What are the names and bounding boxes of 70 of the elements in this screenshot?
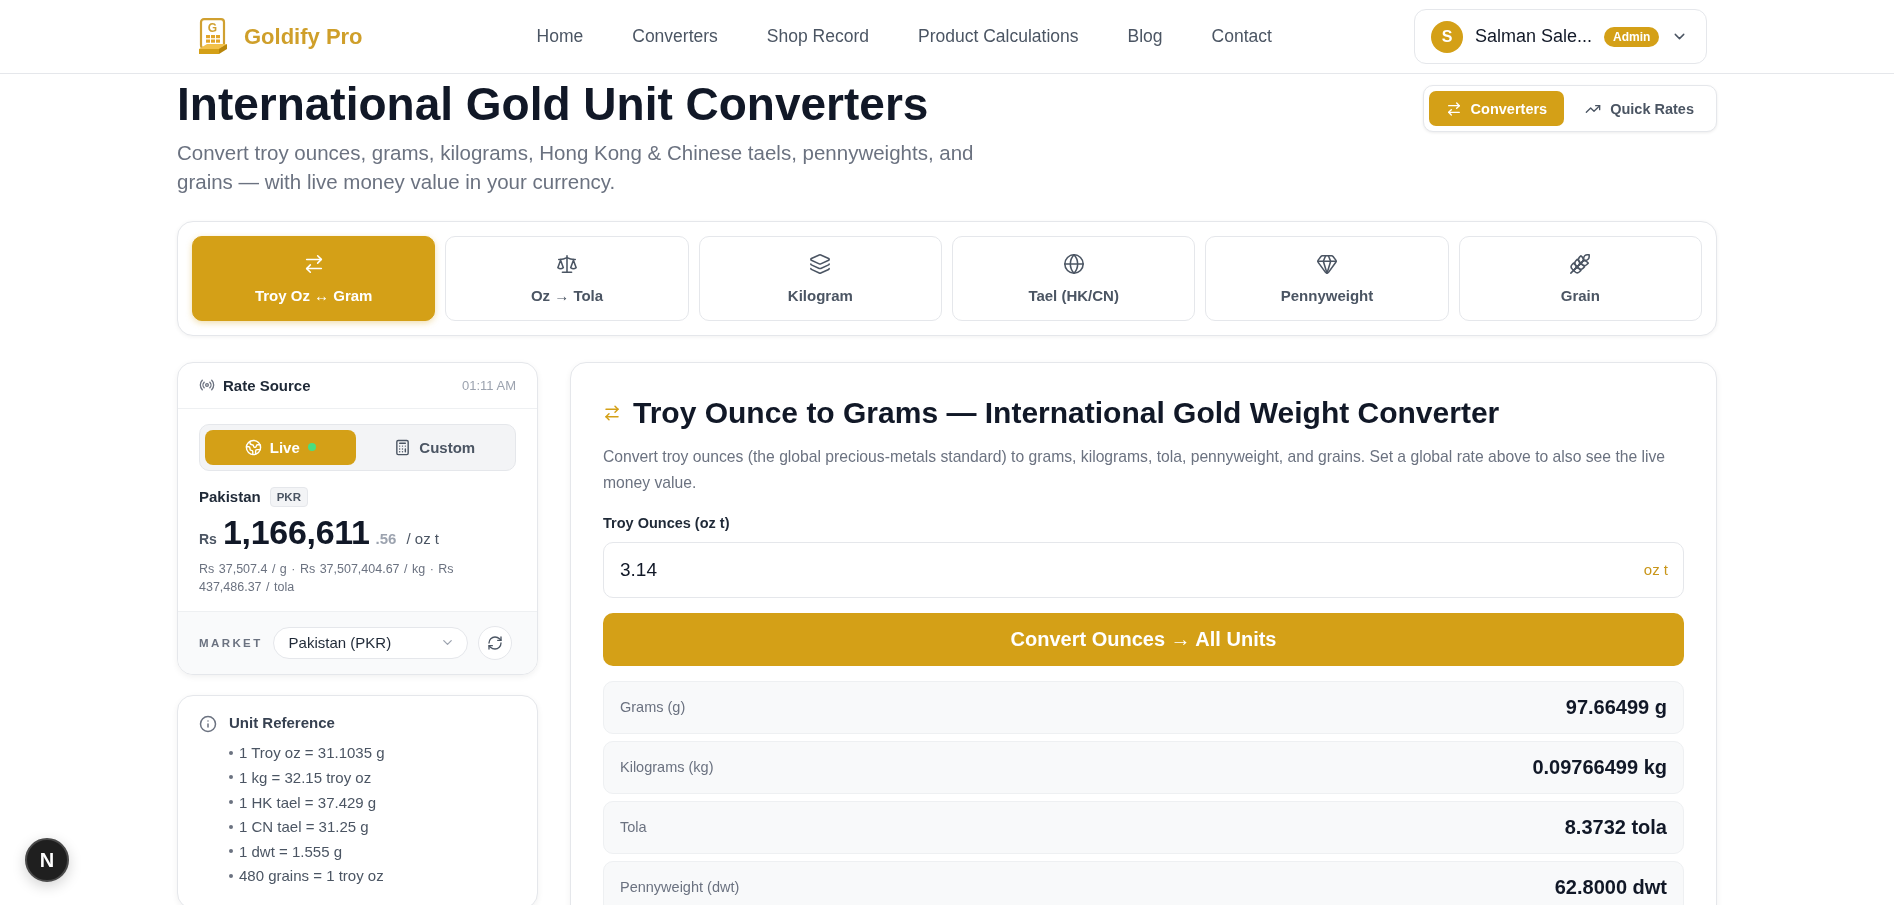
layers-icon <box>809 252 832 275</box>
converter-tab[interactable]: Oz → Tola <box>445 235 689 321</box>
bullet-icon <box>229 775 233 780</box>
page-title: International Gold Unit Converters <box>177 79 930 130</box>
market-select[interactable]: Pakistan (PKR) <box>272 626 468 659</box>
scale-icon <box>556 252 578 275</box>
price-decimals: .56 <box>375 529 397 547</box>
nav-link[interactable]: Blog <box>1127 26 1163 47</box>
rate-source-title: Rate Source <box>223 376 311 394</box>
user-name: Salman Sale... <box>1475 26 1593 47</box>
swap-arrows-icon <box>1445 100 1462 117</box>
rate-time: 01:11 AM <box>462 377 516 393</box>
converter-tab[interactable]: Tael (HK/CN) <box>952 235 1196 321</box>
result-value: 8.3732 tola <box>1564 815 1667 839</box>
nav-link[interactable]: Shop Record <box>766 26 869 47</box>
nav-link[interactable]: Home <box>536 26 584 47</box>
refresh-button[interactable] <box>477 625 512 660</box>
user-avatar: S <box>1431 20 1463 53</box>
converter-tab[interactable]: Kilogram <box>698 235 942 321</box>
dev-tools-button[interactable]: N <box>25 838 69 882</box>
unit-reference-item: 1 Troy oz = 31.1035 g <box>239 744 385 762</box>
market-label: MARKET <box>199 636 263 649</box>
info-icon <box>199 714 217 733</box>
globe-icon <box>1062 252 1085 275</box>
user-menu-button[interactable]: S Salman Sale... Admin <box>1414 9 1707 64</box>
unit-reference-item: 1 HK tael = 37.429 g <box>239 793 377 811</box>
view-toggle-button[interactable]: Quick Rates <box>1568 91 1711 126</box>
price-unit: / oz t <box>406 529 439 547</box>
converter-tab[interactable]: Pennyweight <box>1205 235 1449 321</box>
nav-link[interactable]: Converters <box>632 26 718 47</box>
earth-icon <box>244 438 262 456</box>
nav-link[interactable]: Product Calculations <box>918 26 1079 47</box>
converter-description: Convert troy ounces (the global precious-metals standard) to grams, kilograms, tola, pennyweight, and grains. Set a global rate above to also see the live money value. <box>603 446 1667 493</box>
country-name: Pakistan <box>199 488 261 506</box>
converter-title: Troy Ounce to Grams — International Gold Weight Converter <box>633 394 1500 431</box>
currency-symbol: Rs <box>199 530 217 547</box>
role-badge: Admin <box>1604 26 1660 47</box>
field-label: Troy Ounces (oz t) <box>603 513 731 532</box>
bullet-icon <box>229 750 233 755</box>
bullet-icon <box>229 824 233 829</box>
calculator-icon <box>394 438 412 456</box>
bullet-icon <box>229 849 233 854</box>
currency-code: PKR <box>269 486 308 507</box>
bullet-icon <box>229 800 233 805</box>
result-value: 62.8000 dwt <box>1554 875 1667 899</box>
brand-name: Goldify Pro <box>244 23 363 50</box>
unit-reference-item: 1 CN tael = 31.25 g <box>239 818 369 836</box>
rate-breakdown: Rs 37,507.4 / g · Rs 37,507,404.67 / kg · Rs 437,486.37 / tola <box>199 560 455 596</box>
result-value: 0.09766499 kg <box>1532 755 1667 779</box>
wheat-icon <box>1569 252 1592 275</box>
nav-link[interactable]: Contact <box>1211 26 1272 47</box>
bullet-icon <box>229 873 233 878</box>
refresh-icon <box>486 634 503 651</box>
status-dot-icon <box>307 443 316 452</box>
price-value: 1,166,611 <box>222 512 370 552</box>
unit-reference-item: 480 grains = 1 troy oz <box>239 867 384 885</box>
converter-tab[interactable]: Grain <box>1458 235 1702 321</box>
unit-reference-item: 1 dwt = 1.555 g <box>239 842 342 860</box>
result-label: Kilograms (kg) <box>620 759 714 776</box>
rate-mode-button[interactable]: Custom <box>359 429 510 465</box>
unit-reference-item: 1 kg = 32.15 troy oz <box>239 769 372 786</box>
unit-reference-title: Unit Reference <box>229 712 336 733</box>
result-label: Grams (g) <box>620 699 686 716</box>
gem-icon <box>1316 252 1338 275</box>
unit-suffix: oz t <box>1643 560 1668 579</box>
page-subtitle: Convert troy ounces, grams, kilograms, Hong Kong & Chinese taels, pennyweights, and grains — with live money value in your currency. <box>177 139 975 195</box>
result-label: Pennyweight (dwt) <box>620 879 740 896</box>
result-label: Tola <box>620 819 647 836</box>
swap-arrows-icon <box>603 403 621 422</box>
result-value: 97.66499 g <box>1565 695 1667 719</box>
